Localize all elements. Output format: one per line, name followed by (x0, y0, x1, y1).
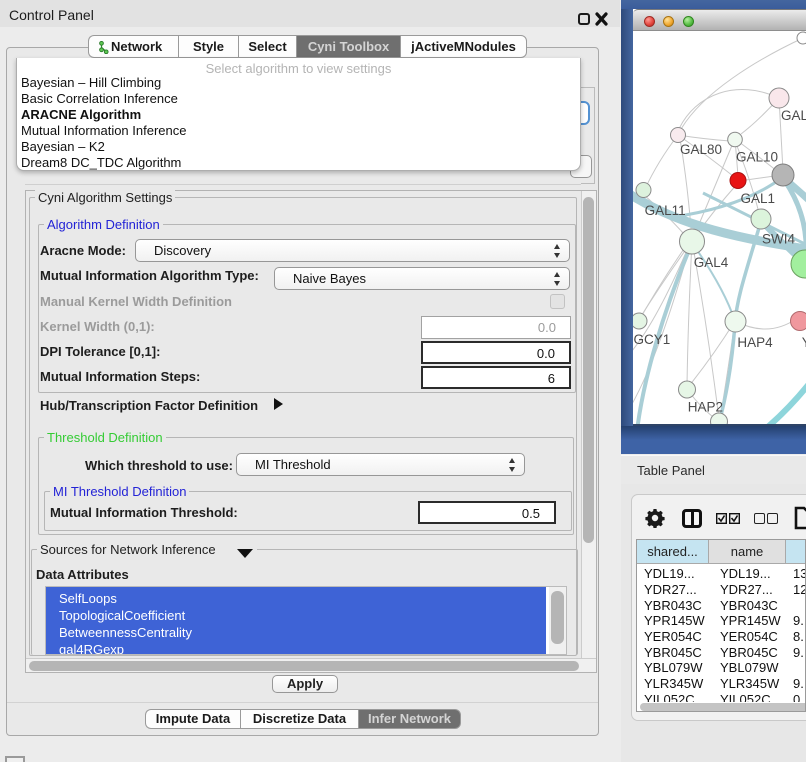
svg-text:GAL1: GAL1 (741, 191, 776, 206)
svg-text:HAP2: HAP2 (688, 399, 723, 414)
svg-text:Y: Y (802, 335, 806, 350)
svg-text:GAL10: GAL10 (736, 150, 778, 165)
svg-text:HAP4: HAP4 (737, 335, 773, 350)
svg-text:GCY1: GCY1 (634, 332, 671, 347)
svg-text:SWI4: SWI4 (762, 232, 795, 247)
svg-text:GAL80: GAL80 (680, 142, 722, 157)
svg-text:GAL4: GAL4 (694, 255, 729, 270)
svg-text:GAL11: GAL11 (645, 203, 686, 218)
svg-text:GAL7: GAL7 (781, 108, 806, 123)
